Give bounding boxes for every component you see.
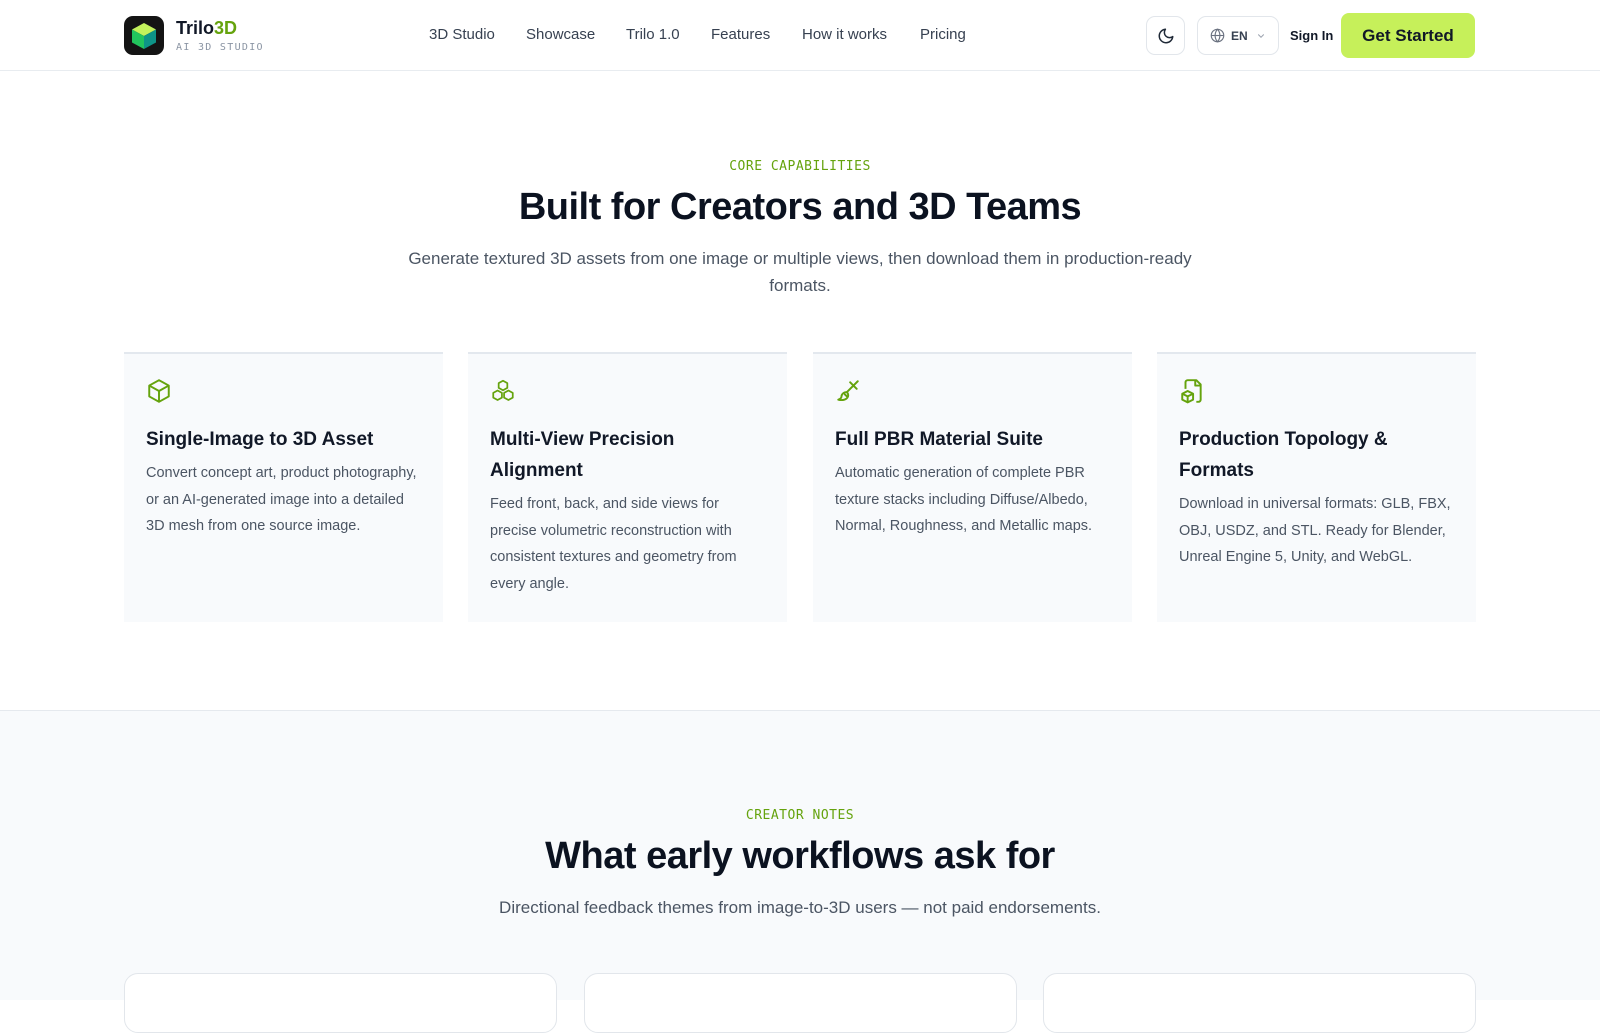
nav-pricing[interactable]: Pricing — [920, 24, 966, 46]
nav-features[interactable]: Features — [711, 24, 770, 46]
feedback-card — [124, 973, 557, 1033]
brand-name: Trilo3D — [176, 18, 238, 38]
sign-in-link[interactable]: Sign In — [1290, 25, 1333, 47]
feedback-card — [1043, 973, 1476, 1033]
get-started-button[interactable]: Get Started — [1341, 13, 1475, 58]
card-title: Production Topology & Formats — [1179, 429, 1388, 481]
creator-notes-section: CREATOR NOTES What early workflows ask f… — [0, 710, 1600, 1033]
card-description: Feed front, back, and side views for pre… — [490, 496, 737, 592]
card-description: Automatic generation of complete PBR tex… — [835, 465, 1093, 534]
brand-subtitle: AI 3D STUDIO — [176, 42, 264, 53]
nav-showcase[interactable]: Showcase — [526, 24, 595, 46]
logo-cube-icon — [124, 16, 164, 55]
creator-notes-lead: Directional feedback themes from image-t… — [499, 898, 1101, 917]
site-header: Trilo3D AI 3D STUDIO 3D Studio Showcase … — [0, 0, 1600, 71]
nav-trilo-1-0[interactable]: Trilo 1.0 — [626, 24, 680, 46]
logo[interactable]: Trilo3D AI 3D STUDIO — [124, 16, 264, 55]
chevron-down-icon — [1257, 33, 1264, 38]
card-description: Convert concept art, product photography… — [146, 465, 417, 534]
card-title: Multi-View Precision Alignment — [490, 429, 675, 481]
card-title: Full PBR Material Suite — [835, 429, 1043, 450]
card-description: Download in universal formats: GLB, FBX,… — [1179, 496, 1451, 565]
capability-card: Multi-View Precision Alignment Feed fron… — [468, 352, 787, 622]
nav-3d-studio[interactable]: 3D Studio — [429, 24, 495, 46]
creator-notes-eyebrow: CREATOR NOTES — [745, 808, 855, 823]
creator-notes-title: What early workflows ask for — [545, 835, 1055, 877]
cubes-icon — [492, 379, 514, 401]
theme-toggle-button[interactable] — [1146, 16, 1185, 55]
card-title: Single-Image to 3D Asset — [146, 429, 374, 450]
capabilities-title: Built for Creators and 3D Teams — [518, 186, 1082, 228]
capability-card: Single-Image to 3D Asset Convert concept… — [124, 352, 443, 622]
capability-cards: Single-Image to 3D Asset Convert concept… — [124, 352, 1476, 622]
file-box-icon — [1181, 379, 1202, 404]
feedback-card — [584, 973, 1017, 1033]
cube-icon — [148, 379, 170, 403]
globe-icon — [1210, 28, 1225, 43]
capabilities-lead: Generate textured 3D assets from one ima… — [408, 249, 1192, 295]
paintbrush-icon — [837, 380, 859, 402]
capabilities-eyebrow: CORE CAPABILITIES — [729, 159, 871, 174]
nav-how-it-works[interactable]: How it works — [802, 24, 887, 46]
language-label: EN — [1231, 28, 1248, 43]
moon-icon — [1158, 28, 1173, 43]
capability-card: Production Topology & Formats Download i… — [1157, 352, 1476, 622]
language-selector[interactable]: EN — [1197, 16, 1279, 55]
capability-card: Full PBR Material Suite Automatic genera… — [813, 352, 1132, 622]
capabilities-section: CORE CAPABILITIES Built for Creators and… — [0, 71, 1600, 710]
